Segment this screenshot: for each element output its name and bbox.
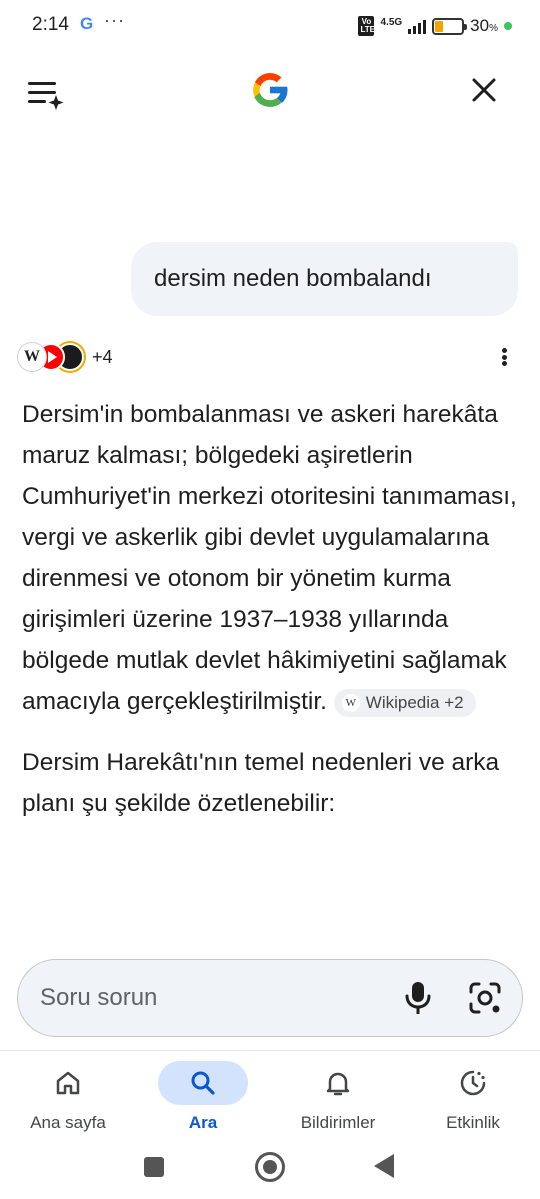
wikipedia-icon: W [18,343,46,371]
answer-paragraph: Dersim'in bombalanması ve askeri harekât… [22,394,522,722]
nav-label: Ara [188,1113,218,1132]
signal-icon [408,18,427,34]
activity-icon [413,1059,533,1107]
nav-label: Ana sayfa [30,1113,106,1132]
home-button-icon[interactable] [255,1152,285,1182]
privacy-indicator-icon [504,22,512,30]
status-bar: 2:14 G ··· Vo LTE 4.5G 30% [0,0,540,52]
menu-sparkle-icon[interactable] [26,76,66,112]
nav-home[interactable]: Ana sayfa [8,1059,128,1133]
bottom-navigation: Ana sayfa Ara Bildirimler Etkinlik [0,1050,540,1140]
recents-icon[interactable] [144,1157,164,1177]
ai-answer: Dersim'in bombalanması ve askeri harekât… [22,394,522,824]
status-indicators: Vo LTE 4.5G 30% [358,14,512,38]
google-notification-icon: G [80,14,94,33]
sources-row[interactable]: W +4 [18,342,113,372]
answer-paragraph: Dersim Harekâtı'nın temel nedenleri ve a… [22,749,500,817]
query-text: dersim neden bombalandı [154,265,432,292]
network-type: 4.5G [380,16,403,28]
more-notifications-icon: ··· [104,10,125,30]
user-query-bubble: dersim neden bombalandı [131,242,518,316]
nav-search[interactable]: Ara [143,1059,263,1133]
more-options-icon[interactable] [494,344,514,370]
google-logo [248,68,292,112]
status-time: 2:14 [32,14,69,35]
nav-activity[interactable]: Etkinlik [413,1059,533,1133]
ask-input[interactable]: Soru sorun [17,959,523,1037]
mic-icon[interactable] [402,980,434,1016]
system-navigation [0,1140,540,1199]
input-placeholder: Soru sorun [40,984,158,1011]
more-sources-count: +4 [92,346,113,367]
volte-badge: Vo LTE [358,16,375,36]
nav-notifications[interactable]: Bildirimler [278,1059,398,1133]
nav-label: Bildirimler [300,1113,376,1132]
battery-percent: 30% [470,16,498,35]
answer-text: Dersim'in bombalanması ve askeri harekât… [22,401,517,715]
lens-icon[interactable] [468,981,502,1015]
citation-chip[interactable]: W Wikipedia +2 [333,689,476,717]
home-icon [8,1059,128,1107]
bell-icon [278,1059,398,1107]
wikipedia-icon: W [341,694,360,712]
back-icon[interactable] [374,1154,394,1178]
search-icon [158,1061,248,1105]
citation-label: Wikipedia +2 [365,693,464,712]
nav-label: Etkinlik [446,1113,500,1132]
battery-fill [435,20,443,32]
battery-icon [432,17,468,35]
close-icon[interactable] [466,72,502,108]
